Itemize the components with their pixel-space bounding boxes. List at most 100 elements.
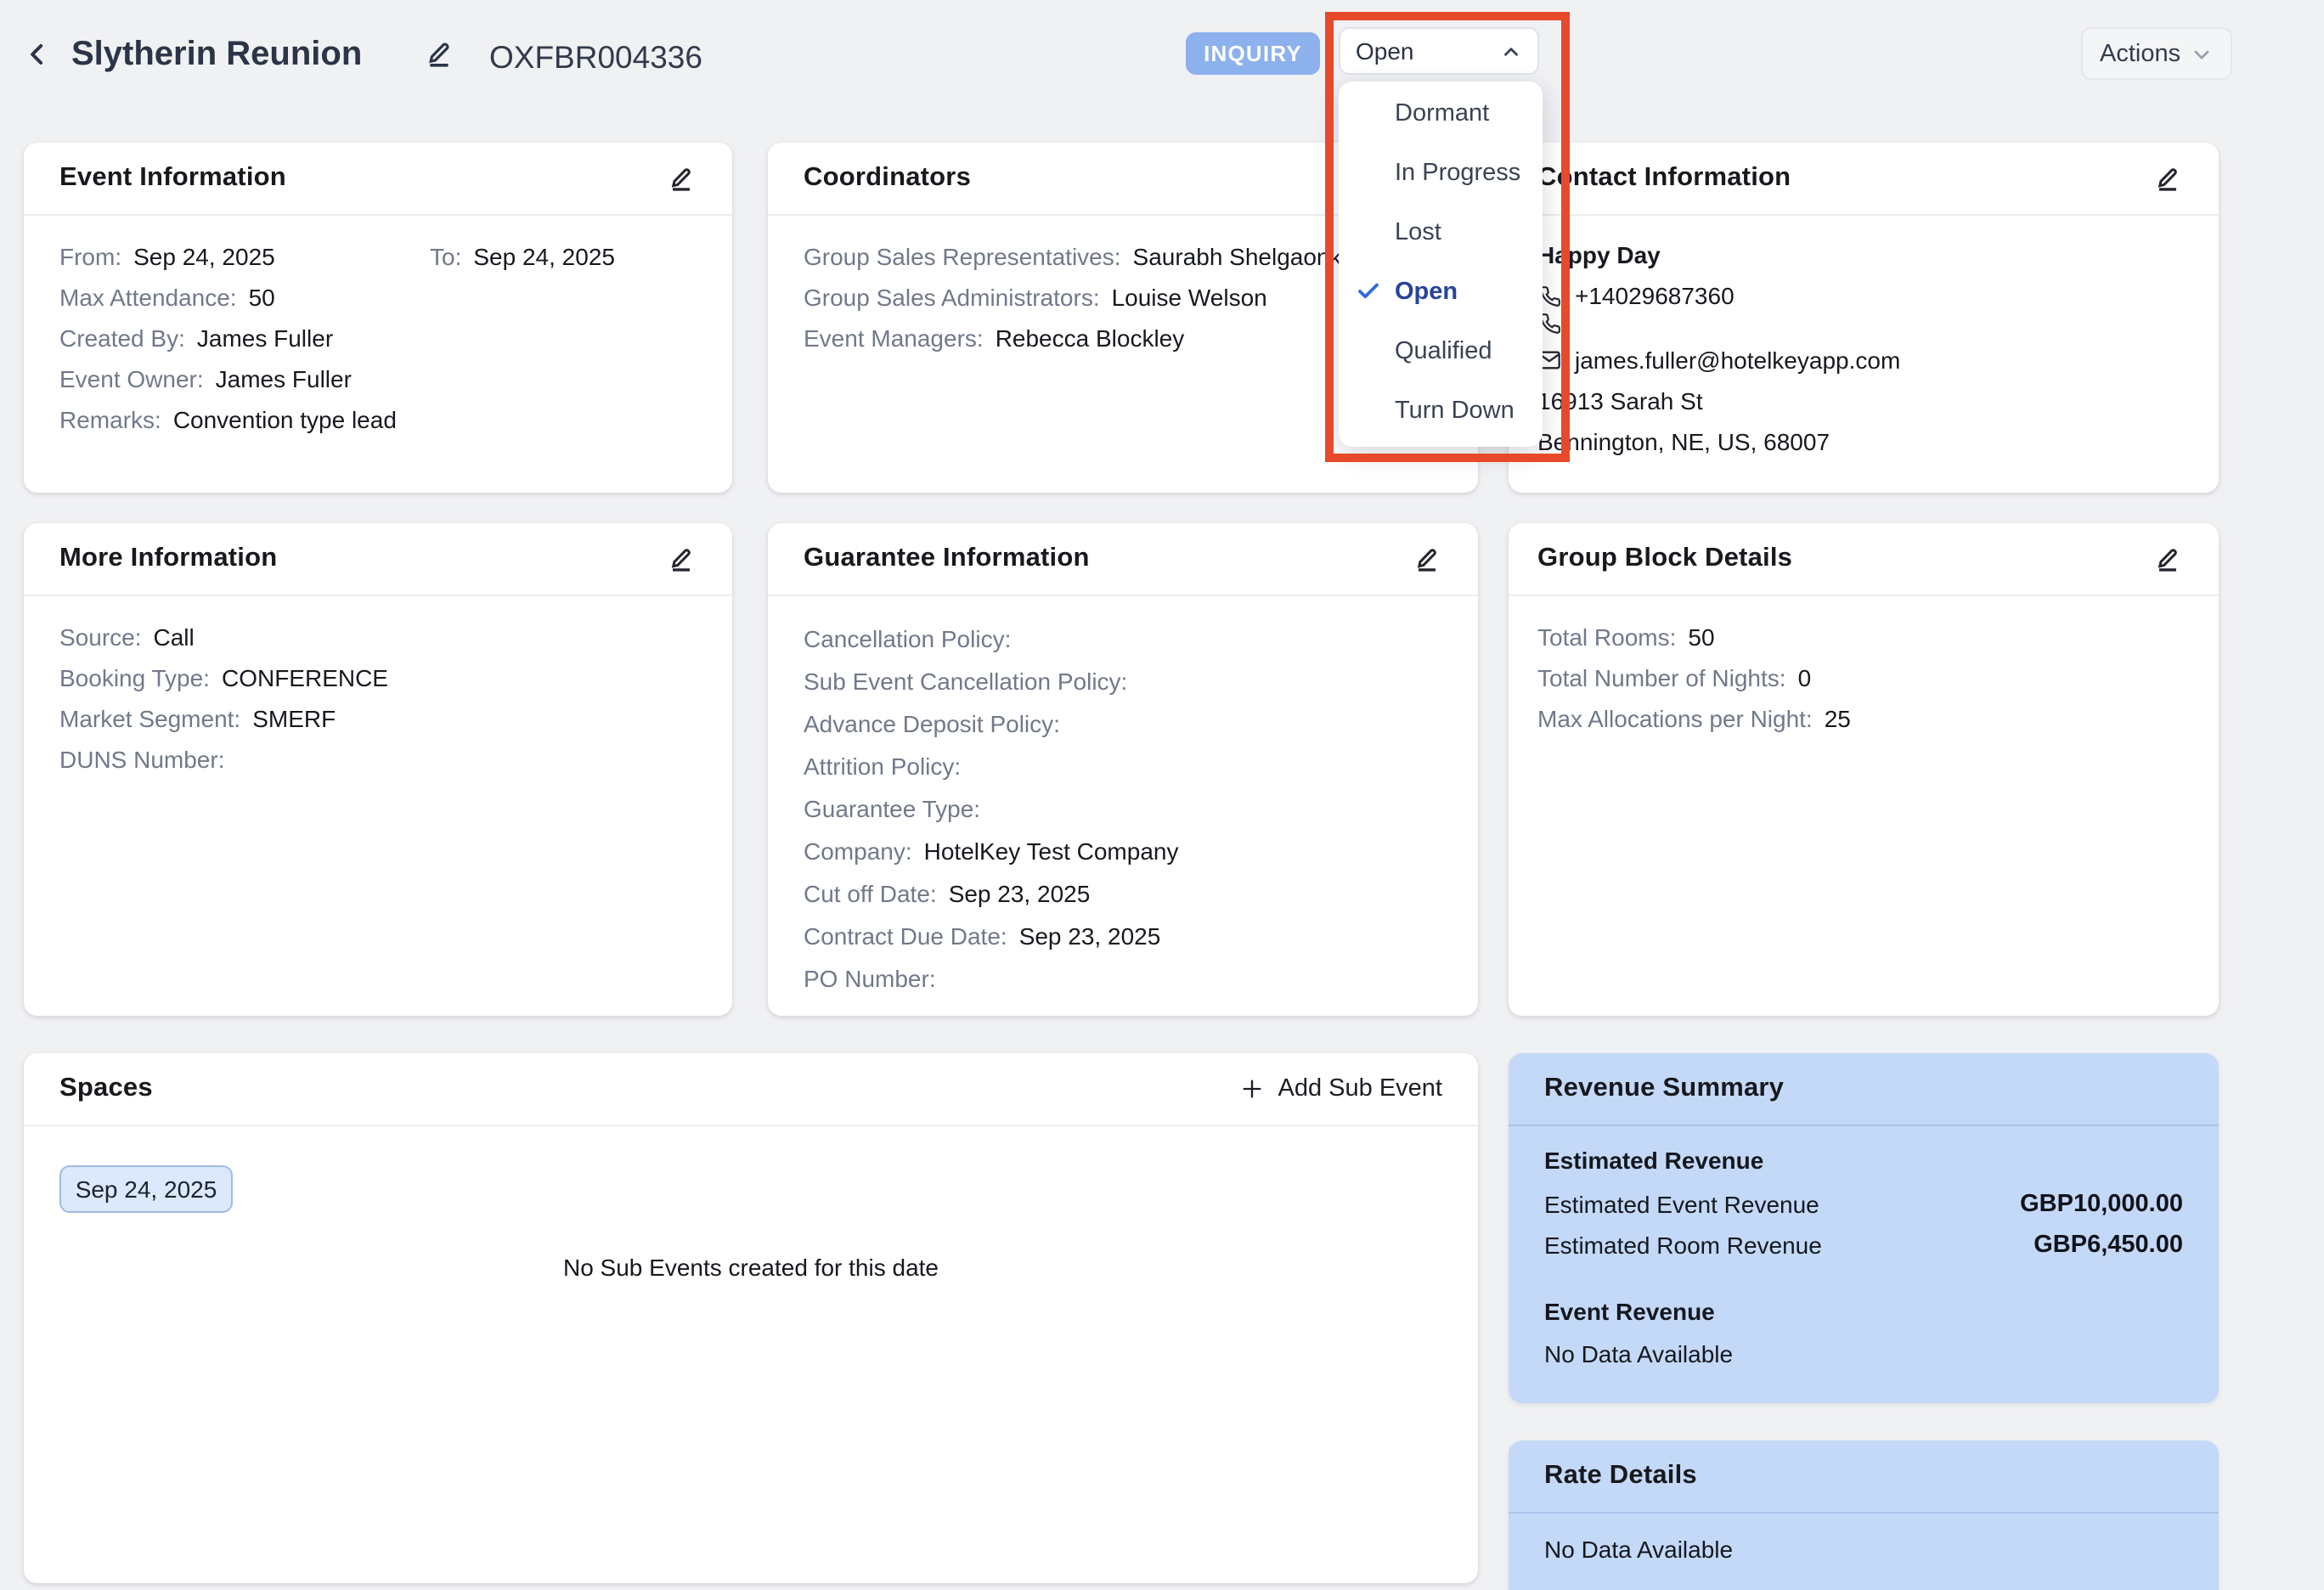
no-data-message: No Data Available xyxy=(1509,1529,2219,1570)
field-label: Company: xyxy=(804,837,912,864)
contact-name: Happy Day xyxy=(1509,234,2219,275)
menu-item-label: Lost xyxy=(1395,218,1441,245)
revenue-section-heading: Event Revenue xyxy=(1509,1291,2219,1332)
field-row: Max Allocations per Night:25 xyxy=(1509,698,2219,739)
group-block-details-card: Group Block Details Total Rooms: 50 Total… xyxy=(1509,523,2219,1016)
field-row: Event Owner:James Fuller xyxy=(24,358,732,399)
menu-item-in-progress[interactable]: In Progress xyxy=(1339,143,1543,202)
revenue-label: Estimated Room Revenue xyxy=(1544,1232,1822,1259)
add-sub-event-label: Add Sub Event xyxy=(1278,1075,1443,1102)
card-title: Revenue Summary xyxy=(1544,1074,1784,1104)
field-row: Total Rooms: 50 xyxy=(1509,617,2219,657)
edit-more-information-button[interactable] xyxy=(666,544,697,574)
field-row: DUNS Number: xyxy=(24,739,732,780)
field-value: Sep 23, 2025 xyxy=(1019,922,1161,949)
field-row: Max Attendance: 50 xyxy=(24,277,732,318)
field-label: Cut off Date: xyxy=(804,879,937,906)
chevron-down-icon xyxy=(2189,42,2213,65)
status-dropdown-value: Open xyxy=(1356,37,1414,65)
menu-item-label: Qualified xyxy=(1395,337,1492,364)
pencil-icon xyxy=(668,165,695,192)
field-row: Company: HotelKey Test Company xyxy=(768,829,1478,871)
field-value: Sep 23, 2025 xyxy=(949,879,1091,906)
field-label: Group Sales Administrators: xyxy=(804,284,1100,311)
status-dropdown-trigger[interactable]: Open xyxy=(1339,27,1539,75)
field-value: CONFERENCE xyxy=(222,664,388,691)
chevron-left-icon xyxy=(20,37,58,71)
field-label: Event Managers: xyxy=(804,324,984,352)
field-row: Total Number of Nights:0 xyxy=(1509,657,2219,698)
menu-item-qualified[interactable]: Qualified xyxy=(1339,321,1543,381)
field-label: Created By: xyxy=(59,324,185,352)
more-information-card: More Information Source: Call Booking Typ… xyxy=(24,523,732,1016)
card-title: Event Information xyxy=(59,163,286,194)
contact-email: james.fuller@hotelkeyapp.com xyxy=(1575,346,1900,373)
field-value: 50 xyxy=(249,284,275,311)
add-sub-event-button[interactable]: Add Sub Event xyxy=(1241,1075,1443,1102)
card-title: Rate Details xyxy=(1544,1461,1697,1491)
no-sub-events-message: No Sub Events created for this date xyxy=(24,1254,1478,1281)
field-row: Advance Deposit Policy: xyxy=(768,702,1478,744)
revenue-row: Estimated Room Revenue GBP6,450.00 xyxy=(1509,1225,2219,1266)
revenue-amount: GBP10,000.00 xyxy=(2020,1191,2183,1218)
field-row: Guarantee Type: xyxy=(768,787,1478,829)
menu-item-lost[interactable]: Lost xyxy=(1339,202,1543,262)
card-title: Group Block Details xyxy=(1537,544,1792,574)
field-label: DUNS Number: xyxy=(59,746,225,773)
field-row: Sub Event Cancellation Policy: xyxy=(768,659,1478,702)
field-label: Source: xyxy=(59,623,142,651)
field-row: Created By:James Fuller xyxy=(24,318,732,358)
field-value: Sep 24, 2025 xyxy=(473,243,615,270)
top-bar: Slytherin Reunion OXFBR004336 INQUIRY Ac… xyxy=(0,0,2324,105)
actions-button[interactable]: Actions xyxy=(2081,27,2231,80)
revenue-amount: GBP6,450.00 xyxy=(2034,1232,2183,1259)
contact-address-line: Bennington, NE, US, 68007 xyxy=(1509,421,2219,462)
page-title: Slytherin Reunion xyxy=(71,36,362,75)
card-title: More Information xyxy=(59,544,277,574)
field-label: Max Allocations per Night: xyxy=(1537,705,1813,732)
event-information-card: Event Information From: Sep 24, 2025 To:… xyxy=(24,143,732,493)
field-value: Call xyxy=(154,623,195,651)
menu-item-open[interactable]: Open xyxy=(1339,262,1543,321)
date-tab-sep-24-2025[interactable]: Sep 24, 2025 xyxy=(59,1165,233,1213)
event-code: OXFBR004336 xyxy=(489,39,702,76)
field-label: Group Sales Representatives: xyxy=(804,243,1121,270)
field-label: Remarks: xyxy=(59,406,161,433)
edit-event-information-button[interactable] xyxy=(666,163,697,194)
guarantee-information-card: Guarantee Information Cancellation Polic… xyxy=(768,523,1478,1016)
no-data-message: No Data Available xyxy=(1509,1333,2219,1374)
field-label: Advance Deposit Policy: xyxy=(804,709,1060,736)
menu-item-dormant[interactable]: Dormant xyxy=(1339,83,1543,143)
field-value: Sep 24, 2025 xyxy=(133,243,275,270)
card-title: Contact Information xyxy=(1537,163,1791,194)
menu-item-turn-down[interactable]: Turn Down xyxy=(1339,381,1543,440)
contact-email-row: james.fuller@hotelkeyapp.com xyxy=(1509,341,2219,377)
check-icon xyxy=(1356,279,1381,304)
edit-guarantee-information-button[interactable] xyxy=(1412,544,1442,574)
field-label: Total Rooms: xyxy=(1537,623,1676,651)
field-value: SMERF xyxy=(252,705,336,732)
field-row: Remarks:Convention type lead xyxy=(24,399,732,440)
field-label: Max Attendance: xyxy=(59,284,237,311)
back-button[interactable] xyxy=(20,36,58,73)
field-row: From: Sep 24, 2025 To: Sep 24, 2025 xyxy=(24,236,732,277)
field-label: Total Number of Nights: xyxy=(1537,664,1786,691)
pencil-icon xyxy=(2154,165,2181,192)
field-label: Booking Type: xyxy=(59,664,210,691)
revenue-row: Estimated Event Revenue GBP10,000.00 xyxy=(1509,1184,2219,1225)
field-row: Cut off Date: Sep 23, 2025 xyxy=(768,871,1478,914)
edit-event-name-button[interactable] xyxy=(423,37,454,68)
menu-item-label: Dormant xyxy=(1395,99,1489,127)
field-label: Market Segment: xyxy=(59,705,240,732)
chevron-up-icon xyxy=(1500,40,1522,62)
field-value: 50 xyxy=(1688,623,1714,651)
actions-button-label: Actions xyxy=(2100,40,2180,67)
field-row: PO Number: xyxy=(768,956,1478,999)
revenue-label: Estimated Event Revenue xyxy=(1544,1191,1819,1218)
field-value: HotelKey Test Company xyxy=(924,837,1179,864)
edit-contact-information-button[interactable] xyxy=(2152,163,2183,194)
contact-address-line: 16913 Sarah St xyxy=(1509,381,2219,421)
spaces-card: Spaces Add Sub Event Sep 24, 2025 No Sub… xyxy=(24,1053,1478,1583)
edit-group-block-details-button[interactable] xyxy=(2152,544,2183,574)
field-row: Contract Due Date:Sep 23, 2025 xyxy=(768,914,1478,956)
